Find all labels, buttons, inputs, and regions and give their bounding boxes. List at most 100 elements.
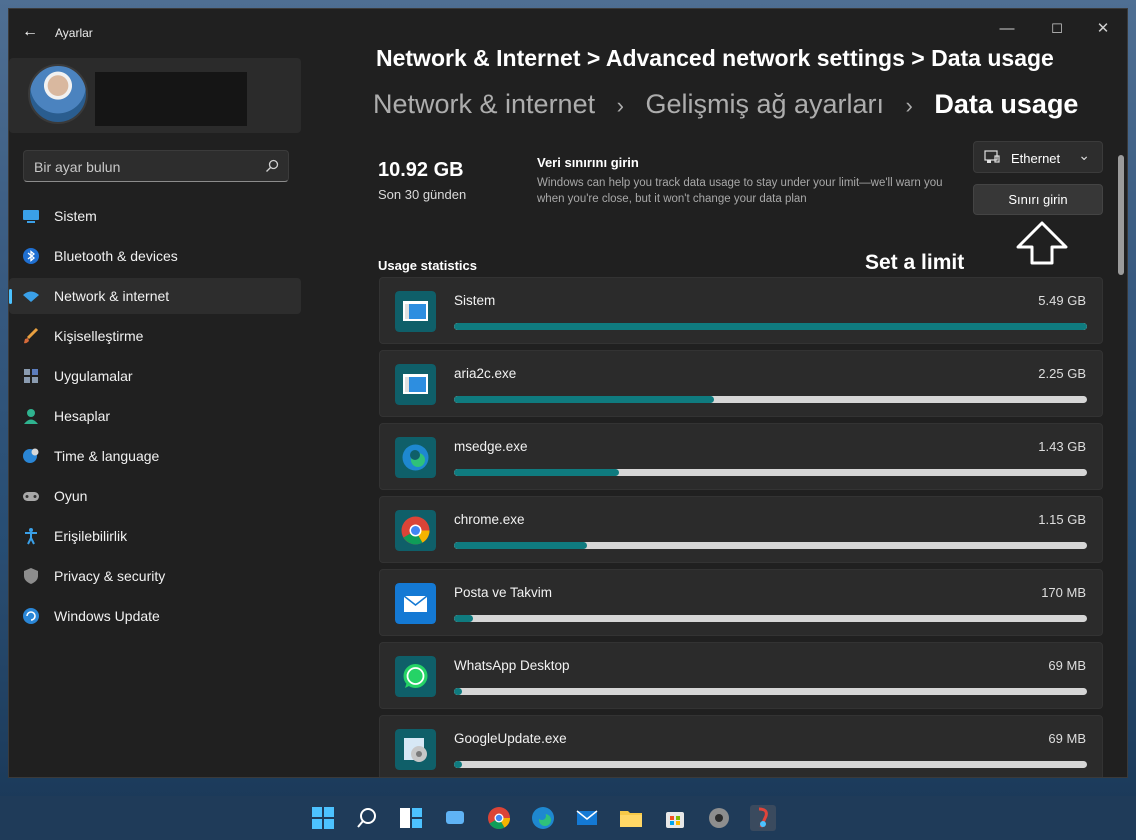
scroll-thumb[interactable]: [1118, 155, 1124, 275]
app-name: Posta ve Takvim: [454, 585, 553, 600]
usage-bar: [454, 688, 1087, 695]
chat-icon[interactable]: [441, 804, 469, 832]
search-icon[interactable]: [353, 804, 381, 832]
sidebar-item-personalization[interactable]: Kişiselleştirme: [9, 318, 301, 354]
sidebar-item-label: Bluetooth & devices: [54, 248, 178, 264]
breadcrumb-network[interactable]: Network & internet: [373, 89, 595, 119]
app-title: Ayarlar: [55, 26, 93, 40]
sidebar-item-label: Oyun: [54, 488, 88, 504]
search-icon: [266, 159, 279, 172]
sidebar-item-label: Sistem: [54, 208, 97, 224]
file-explorer-icon[interactable]: [617, 804, 645, 832]
edge-icon: [395, 437, 436, 478]
search-placeholder: Bir ayar bulun: [34, 159, 121, 175]
apps-icon: [22, 367, 40, 385]
sidebar: Bir ayar bulun Sistem Bluetooth & device…: [9, 55, 309, 777]
sidebar-item-label: Kişiselleştirme: [54, 328, 144, 344]
sidebar-item-bluetooth[interactable]: Bluetooth & devices: [9, 238, 301, 274]
globe-clock-icon: [22, 447, 40, 465]
list-item: aria2c.exe 2.25 GB: [379, 350, 1103, 417]
app-name: GoogleUpdate.exe: [454, 731, 567, 746]
app-data-size: 5.49 GB: [1038, 293, 1086, 308]
sidebar-nav: Sistem Bluetooth & devices Network & int…: [9, 198, 309, 638]
app-name: msedge.exe: [454, 439, 528, 454]
widgets-icon[interactable]: [397, 804, 425, 832]
update-icon: [22, 607, 40, 625]
usage-bar-fill: [454, 615, 473, 622]
sidebar-item-sistem[interactable]: Sistem: [9, 198, 301, 234]
sidebar-item-apps[interactable]: Uygulamalar: [9, 358, 301, 394]
set-limit-button[interactable]: Sınırı girin: [973, 184, 1103, 215]
windows-start-icon[interactable]: [309, 804, 337, 832]
limit-title: Veri sınırını girin: [537, 155, 639, 170]
edge-icon[interactable]: [529, 804, 557, 832]
sidebar-item-network[interactable]: Network & internet: [9, 278, 301, 314]
main-content: Network & Internet > Advanced network se…: [314, 9, 1127, 777]
sidebar-item-label: Uygulamalar: [54, 368, 133, 384]
sidebar-item-label: Windows Update: [54, 608, 160, 624]
app-data-size: 69 MB: [1048, 731, 1086, 746]
person-icon: [22, 407, 40, 425]
usage-bar-fill: [454, 323, 1087, 330]
sidebar-item-label: Erişilebilirlik: [54, 528, 128, 544]
annotation-label: Set a limit: [865, 251, 965, 274]
sidebar-item-label: Network & internet: [54, 288, 170, 304]
accessibility-icon: [22, 527, 40, 545]
list-item: WhatsApp Desktop 69 MB: [379, 642, 1103, 709]
network-adapter-value: Ethernet: [1011, 151, 1061, 166]
mail-icon[interactable]: [573, 804, 601, 832]
app-data-size: 1.15 GB: [1038, 512, 1086, 527]
usage-bar: [454, 761, 1087, 768]
ethernet-icon: [984, 150, 1000, 163]
list-item: chrome.exe 1.15 GB: [379, 496, 1103, 563]
wifi-icon: [22, 287, 40, 305]
breadcrumb-advanced[interactable]: Gelişmiş ağ ayarları: [645, 89, 884, 119]
sidebar-item-label: Privacy & security: [54, 568, 166, 584]
back-arrow-icon[interactable]: ←: [19, 21, 41, 43]
usage-bar: [454, 396, 1087, 403]
sidebar-item-windows-update[interactable]: Windows Update: [9, 598, 301, 634]
app-data-size: 170 MB: [1041, 585, 1086, 600]
breadcrumb-separator: ›: [905, 93, 913, 118]
exe-app-icon: [395, 364, 436, 405]
usage-bar-fill: [454, 761, 463, 768]
network-adapter-dropdown[interactable]: Ethernet ⌄: [973, 141, 1103, 173]
usage-bar: [454, 469, 1087, 476]
app-usage-list: Sistem 5.49 GB aria2c.exe 2.25 GB msedge…: [379, 277, 1103, 777]
sidebar-item-time-language[interactable]: Time & language: [9, 438, 301, 474]
brush-icon: [22, 327, 40, 345]
sidebar-item-privacy[interactable]: Privacy & security: [9, 558, 301, 594]
limit-description: Windows can help you track data usage to…: [537, 177, 943, 205]
usage-bar: [454, 323, 1087, 330]
list-item: Posta ve Takvim 170 MB: [379, 569, 1103, 636]
sidebar-item-accessibility[interactable]: Erişilebilirlik: [9, 518, 301, 554]
app-name: chrome.exe: [454, 512, 525, 527]
breadcrumb-separator: ›: [616, 93, 624, 118]
sidebar-item-gaming[interactable]: Oyun: [9, 478, 301, 514]
usage-bar-fill: [454, 396, 714, 403]
search-input[interactable]: Bir ayar bulun: [23, 150, 289, 182]
store-icon[interactable]: [661, 804, 689, 832]
list-item: Sistem 5.49 GB: [379, 277, 1103, 344]
app-data-size: 2.25 GB: [1038, 366, 1086, 381]
usage-bar: [454, 615, 1087, 622]
usage-statistics-title: Usage statistics: [378, 258, 477, 273]
app-icon[interactable]: [749, 804, 777, 832]
bluetooth-icon: [22, 247, 40, 265]
gamepad-icon: [22, 487, 40, 505]
chrome-icon[interactable]: [485, 804, 513, 832]
usage-period: Son 30 günden: [378, 187, 467, 202]
scrollbar[interactable]: [1118, 149, 1124, 777]
app-data-size: 1.43 GB: [1038, 439, 1086, 454]
sidebar-item-label: Time & language: [54, 448, 160, 464]
profile-card[interactable]: [9, 58, 301, 133]
taskbar: [0, 796, 1136, 840]
page-title: Data usage: [934, 89, 1079, 119]
system-app-icon: [395, 291, 436, 332]
usage-bar: [454, 542, 1087, 549]
chevron-down-icon: ⌄: [1078, 147, 1090, 163]
settings-icon[interactable]: [705, 804, 733, 832]
usage-bar-fill: [454, 469, 619, 476]
sidebar-item-accounts[interactable]: Hesaplar: [9, 398, 301, 434]
usage-bar-fill: [454, 688, 463, 695]
